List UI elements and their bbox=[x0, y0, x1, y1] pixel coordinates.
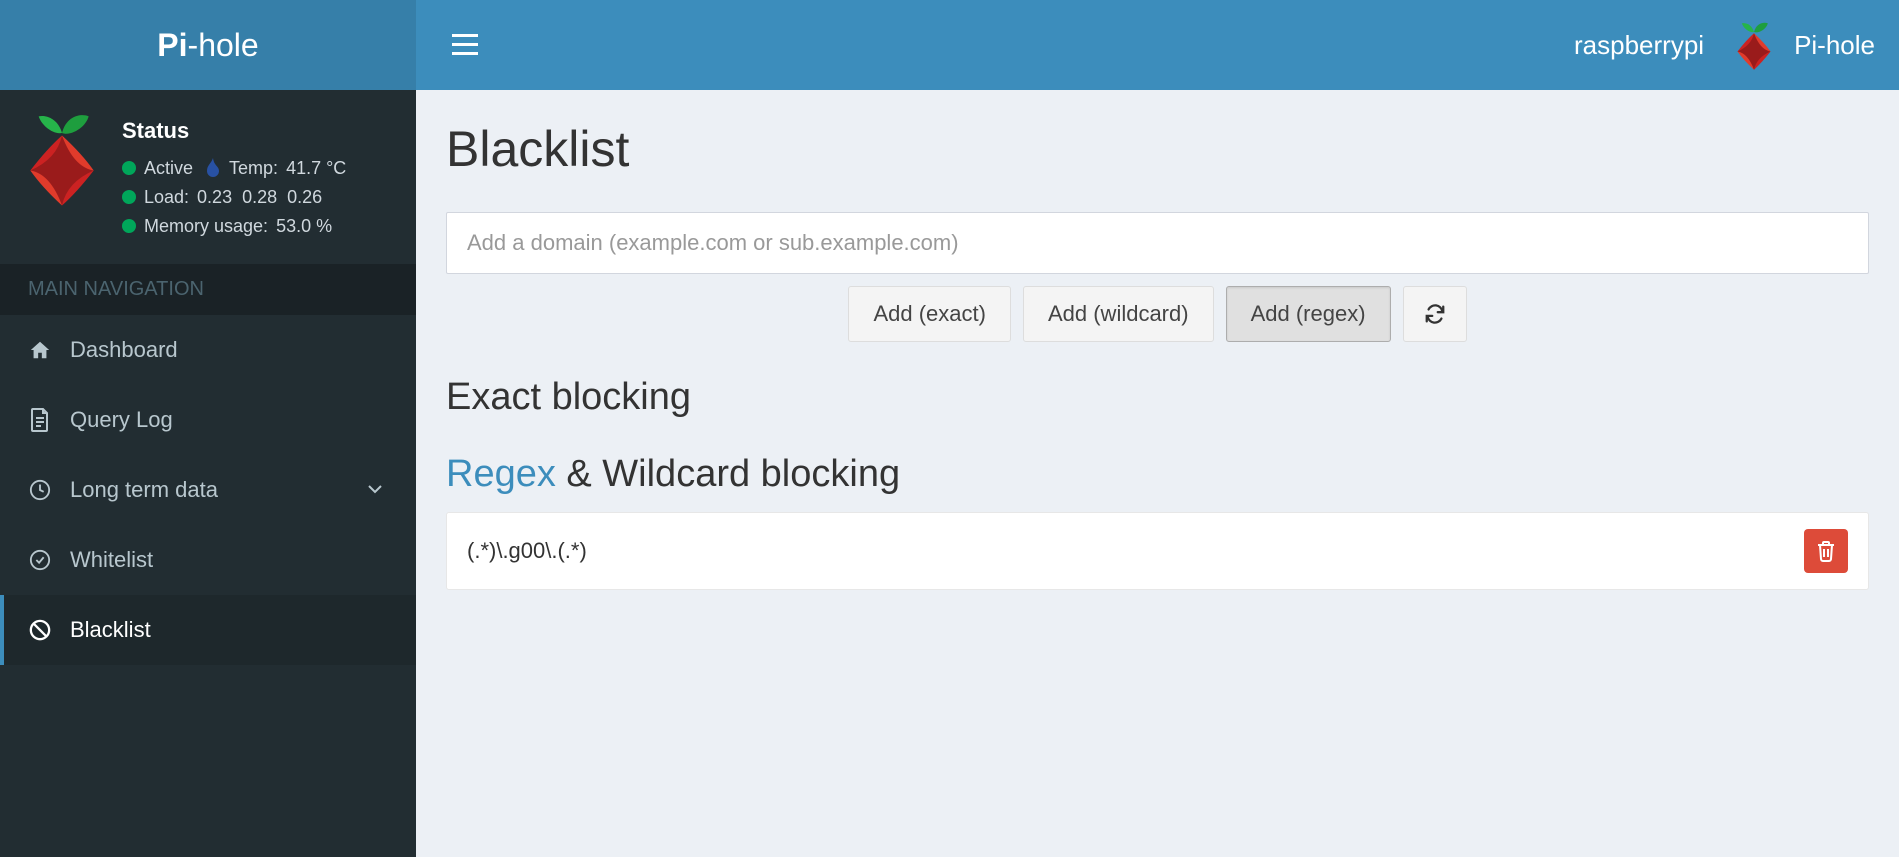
pihole-logo-icon bbox=[20, 108, 104, 208]
add-wildcard-button[interactable]: Add (wildcard) bbox=[1023, 286, 1214, 342]
hostname-label[interactable]: raspberrypi bbox=[1574, 30, 1704, 61]
add-regex-button[interactable]: Add (regex) bbox=[1226, 286, 1391, 342]
brand-logo[interactable]: Pi-hole bbox=[0, 0, 416, 90]
trash-icon bbox=[1816, 540, 1836, 562]
file-text-icon bbox=[28, 408, 52, 432]
check-circle-icon bbox=[28, 549, 52, 571]
sidebar-item-label: Whitelist bbox=[70, 547, 153, 573]
sidebar-item-blacklist[interactable]: Blacklist bbox=[0, 595, 416, 665]
user-menu[interactable]: Pi-hole bbox=[1732, 19, 1875, 71]
regex-section-heading: Regex & Wildcard blocking bbox=[446, 453, 1869, 496]
sidebar-item-label: Blacklist bbox=[70, 617, 151, 643]
content-header: Blacklist bbox=[446, 120, 1869, 178]
status-line-mem: Memory usage: 53.0 % bbox=[122, 212, 346, 241]
main-header: Pi-hole raspberrypi Pi-hole bbox=[0, 0, 1899, 90]
domain-input[interactable] bbox=[446, 212, 1869, 274]
navbar-right: raspberrypi Pi-hole bbox=[1574, 19, 1875, 71]
hamburger-icon bbox=[452, 34, 478, 56]
status-line-load: Load: 0.23 0.28 0.26 bbox=[122, 183, 346, 212]
home-icon bbox=[28, 339, 52, 361]
main-nav: Dashboard Query Log Long term data White… bbox=[0, 315, 416, 665]
exact-section-heading: Exact blocking bbox=[446, 376, 1869, 419]
sidebar-item-label: Long term data bbox=[70, 477, 218, 503]
sidebar-item-whitelist[interactable]: Whitelist bbox=[0, 525, 416, 595]
status-title: Status bbox=[122, 118, 346, 144]
status-dot-icon bbox=[122, 161, 136, 175]
refresh-icon bbox=[1424, 303, 1446, 325]
page-title: Blacklist bbox=[446, 120, 1869, 178]
brand-suffix: -hole bbox=[188, 27, 259, 63]
refresh-button[interactable] bbox=[1403, 286, 1467, 342]
content: Blacklist Add (exact) Add (wildcard) Add… bbox=[416, 90, 1899, 857]
regex-heading-rest: & Wildcard blocking bbox=[556, 453, 900, 495]
mem-value: 53.0 % bbox=[276, 212, 332, 241]
brand-bold: Pi bbox=[157, 27, 187, 63]
nav-section-header: MAIN NAVIGATION bbox=[0, 264, 416, 315]
status-line-active: Active Temp: 41.7 °C bbox=[122, 154, 346, 183]
load-label: Load: bbox=[144, 183, 189, 212]
clock-icon bbox=[28, 479, 52, 501]
pihole-logo-icon bbox=[1732, 19, 1776, 71]
sidebar-item-label: Dashboard bbox=[70, 337, 178, 363]
regex-link[interactable]: Regex bbox=[446, 453, 556, 495]
delete-entry-button[interactable] bbox=[1804, 529, 1848, 573]
regex-pattern: (.*)\.g00\.(.*) bbox=[467, 538, 587, 564]
chevron-down-icon bbox=[368, 485, 382, 495]
status-dot-icon bbox=[122, 219, 136, 233]
ban-icon bbox=[28, 619, 52, 641]
sidebar-item-dashboard[interactable]: Dashboard bbox=[0, 315, 416, 385]
sidebar-item-querylog[interactable]: Query Log bbox=[0, 385, 416, 455]
add-button-row: Add (exact) Add (wildcard) Add (regex) bbox=[446, 286, 1869, 342]
temp-value: 41.7 °C bbox=[286, 154, 346, 183]
top-navbar: raspberrypi Pi-hole bbox=[416, 0, 1899, 90]
sidebar-item-longterm[interactable]: Long term data bbox=[0, 455, 416, 525]
sidebar-toggle[interactable] bbox=[440, 22, 490, 68]
mem-label: Memory usage: bbox=[144, 212, 268, 241]
temp-label: Temp: bbox=[229, 154, 278, 183]
status-panel: Status Active Temp: 41.7 °C Load: 0.23 0… bbox=[0, 90, 416, 264]
sidebar: Status Active Temp: 41.7 °C Load: 0.23 0… bbox=[0, 90, 416, 857]
active-label: Active bbox=[144, 154, 193, 183]
sidebar-item-label: Query Log bbox=[70, 407, 173, 433]
status-dot-icon bbox=[122, 190, 136, 204]
fire-icon bbox=[205, 158, 221, 178]
regex-entry: (.*)\.g00\.(.*) bbox=[446, 512, 1869, 590]
appname-label: Pi-hole bbox=[1794, 30, 1875, 61]
load-value: 0.23 0.28 0.26 bbox=[197, 183, 322, 212]
add-exact-button[interactable]: Add (exact) bbox=[848, 286, 1011, 342]
